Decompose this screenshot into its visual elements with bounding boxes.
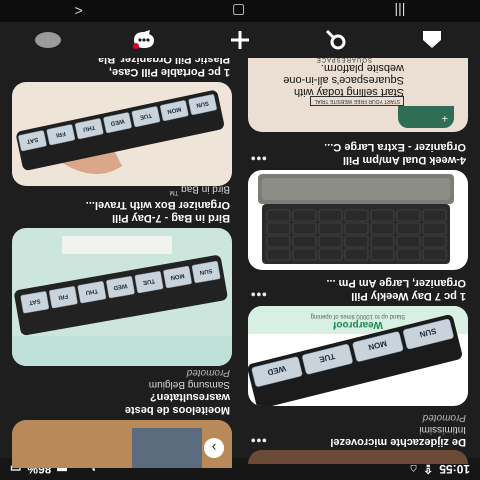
badge-brand: Wearproof: [333, 319, 383, 330]
pin-title: De zijdezachte microvezel: [330, 436, 466, 448]
pin-meta: 4-week Dual Am/pm Pill Organizer - Extra…: [250, 140, 466, 166]
pin-image[interactable]: [248, 450, 468, 464]
chevron-right-icon[interactable]: ›: [204, 438, 224, 458]
pin-card[interactable]: De zijdezachte microvezel Intimissimi Pr…: [248, 410, 468, 464]
home-circle-icon[interactable]: ▢: [232, 3, 245, 20]
pin-card[interactable]: 4-week Dual Am/pm Pill Organizer - Extra…: [248, 140, 468, 270]
pin-title: Moeiteloos de beste: [124, 404, 230, 416]
compartment: [344, 222, 369, 235]
pin-source: Intimissimi: [419, 424, 466, 435]
trademark: TM: [169, 189, 179, 195]
compartment: [266, 235, 291, 248]
pin-title: 1 pc Portable Pill Case,: [108, 66, 230, 78]
ad-text: Start selling today with Squarespace's a…: [254, 62, 404, 98]
pin-title-line2: Organizer Box with Travel...: [85, 199, 230, 211]
pin-card[interactable]: › Moeiteloos de beste wasresultaten? Sam…: [12, 367, 232, 468]
pill-organizer-image: SUNMONTUEWEDTHUFRISAT: [12, 236, 232, 366]
ad-line: website platform.: [320, 62, 404, 74]
pin-image[interactable]: [248, 170, 468, 270]
plus-icon: +: [441, 112, 448, 124]
compartment: [396, 235, 421, 248]
person-illustration: [132, 428, 202, 468]
compartment: [344, 235, 369, 248]
pin-meta: Bird in Bag - 7-Day Pill Organizer Box w…: [14, 183, 230, 224]
more-options-icon[interactable]: •••: [250, 433, 267, 448]
screen: 10:55 ⇪ ⌂ ◔ ▁▃▅ 86% ▭ De zijdezachte mic…: [0, 0, 480, 480]
compartment: [370, 222, 395, 235]
search-icon[interactable]: [316, 25, 356, 55]
ad-line: Start selling today with: [293, 86, 404, 98]
pin-meta: 1 pc 7 Day Weekly Pill Organizer, Large …: [250, 276, 466, 302]
pin-image[interactable]: SUN MON TUE WED Wearproof Stand up to 10…: [248, 306, 468, 406]
pill-case-image: SUNMONTUEWEDTHUFRISAT: [16, 90, 224, 174]
home-icon[interactable]: [412, 25, 452, 55]
clock: 10:55: [439, 462, 470, 476]
promoted-label: Promoted: [186, 367, 230, 378]
recents-icon[interactable]: |||: [394, 3, 405, 19]
sync-icon: ⇪: [423, 462, 434, 476]
pin-image[interactable]: ›: [12, 420, 232, 468]
create-icon[interactable]: [220, 25, 260, 55]
pin-meta: Moeiteloos de beste wasresultaten? Samsu…: [14, 366, 230, 416]
bottom-nav: [0, 22, 480, 58]
compartment: [344, 209, 369, 222]
pin-title-line2: Organizer - Extra Large C...: [324, 141, 466, 153]
promoted-label: Promoted: [422, 412, 466, 423]
compartment: [370, 248, 395, 261]
compartment: [344, 248, 369, 261]
compartment: [370, 235, 395, 248]
compartment: [318, 222, 343, 235]
pin-card[interactable]: + START YOUR FREE WEBSITE TRIAL Start se…: [248, 52, 468, 132]
profile-icon[interactable]: [28, 25, 68, 55]
compartment: [422, 248, 447, 261]
pin-title: 1 pc 7 Day Weekly Pill: [351, 290, 466, 302]
compartment: [292, 209, 317, 222]
pill-box-image: [258, 174, 454, 264]
pin-title-line2: wasresultaten?: [149, 391, 230, 403]
compartment: [318, 248, 343, 261]
more-options-icon[interactable]: •••: [250, 151, 267, 166]
ad-line: Squarespace's all-in-one: [283, 74, 404, 86]
pin-card[interactable]: SUN MON TUE WED THU FRI SAT Bird in Bag - 7-Da…: [12, 183, 232, 366]
compartment: [292, 248, 317, 261]
badge-text: Stand up to 10000 times of opening: [310, 313, 406, 319]
notification-icon: ⌂: [409, 462, 418, 476]
compartment: [396, 222, 421, 235]
pin-image[interactable]: SUN MON TUE WED THU FRI SAT: [12, 82, 232, 186]
chat-icon[interactable]: [124, 25, 164, 55]
pin-meta: De zijdezachte microvezel Intimissimi Pr…: [250, 411, 466, 448]
compartment: [266, 248, 291, 261]
more-options-icon[interactable]: •••: [250, 287, 267, 302]
compartment: [422, 222, 447, 235]
back-icon[interactable]: <: [75, 3, 83, 19]
compartment: [396, 248, 421, 261]
pin-card[interactable]: SUN MON TUE WED THU FRI SAT 1 pc Portable Pill…: [12, 52, 232, 186]
compartment: [292, 222, 317, 235]
compartment: [318, 235, 343, 248]
system-nav: ||| ▢ <: [0, 0, 480, 22]
pin-title-line2: Organizer, Large Am Pm ...: [326, 277, 466, 289]
phone-mockup: +: [398, 106, 454, 128]
pin-image[interactable]: + START YOUR FREE WEBSITE TRIAL Start se…: [248, 52, 468, 132]
compartment: [370, 209, 395, 222]
brand-badge: Wearproof Stand up to 10000 times of ope…: [248, 306, 468, 330]
compartment: [422, 235, 447, 248]
compartment: [318, 209, 343, 222]
compartment: [422, 209, 447, 222]
pin-title: Bird in Bag - 7-Day Pill: [112, 212, 230, 224]
compartment: [292, 235, 317, 248]
pin-card[interactable]: SUN MON TUE WED Wearproof Stand up to 10…: [248, 277, 468, 406]
compartment: [266, 209, 291, 222]
pin-source: Samsung Belgium: [148, 379, 230, 390]
pin-image[interactable]: SUN MON TUE WED THU FRI SAT: [12, 228, 232, 366]
compartment: [396, 209, 421, 222]
compartment: [266, 222, 291, 235]
pin-title: 4-week Dual Am/pm Pill: [342, 154, 466, 166]
